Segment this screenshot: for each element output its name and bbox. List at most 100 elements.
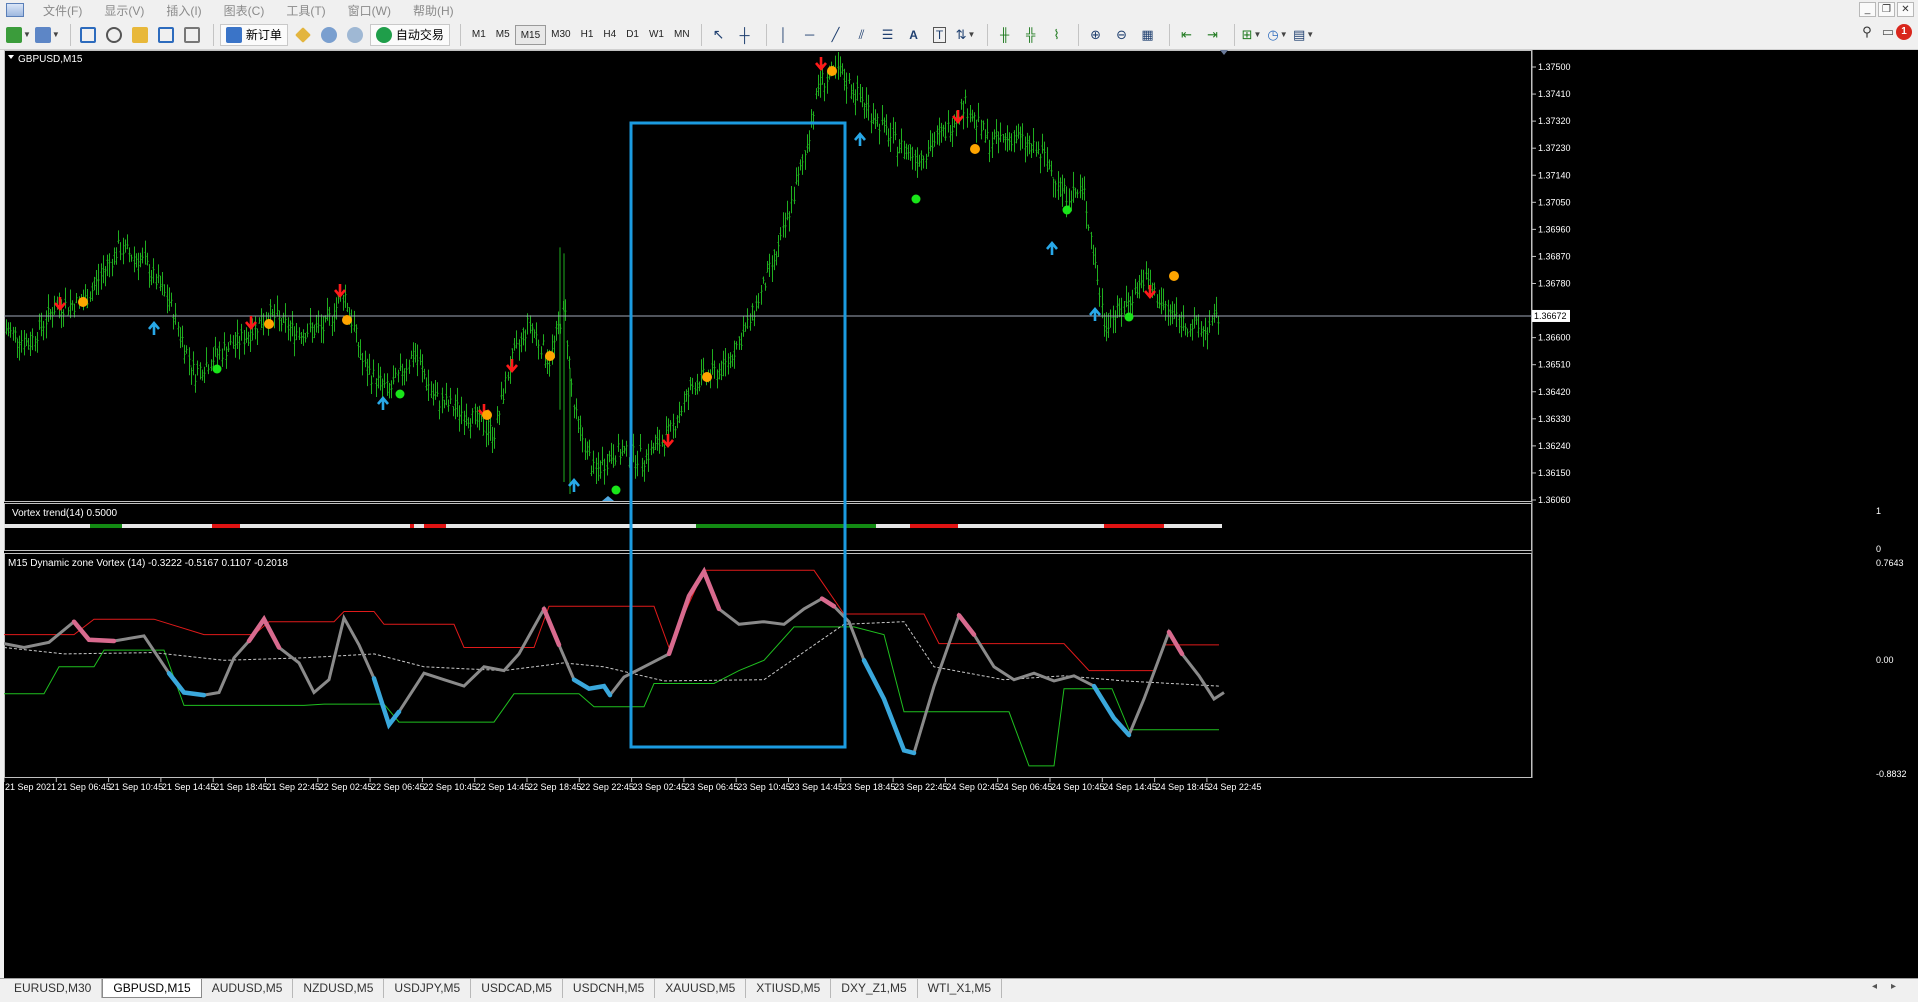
templates-button[interactable]: ▤ ▼ [1293,24,1315,46]
timeframe-h4-button[interactable]: H4 [598,25,621,45]
metaeditor-button[interactable] [292,24,314,46]
tab-wti-x1-m5[interactable]: WTI_X1,M5 [918,979,1003,998]
zoom-out-button[interactable]: ⊖ [1111,24,1133,46]
time-tick-label: 24 Sep 22:45 [1208,782,1262,792]
auto-trading-button[interactable]: 自动交易 [369,23,450,46]
tab-usdcad-m5[interactable]: USDCAD,M5 [471,979,563,998]
data-window-button[interactable] [103,24,125,46]
timeframe-m1-button[interactable]: M1 [467,25,491,45]
toolbar-divider [69,23,71,46]
price-tick-label: 1.36420 [1538,387,1571,397]
toolbar-divider [1077,23,1079,46]
tab-eurusd-m30[interactable]: EURUSD,M30 [4,979,103,998]
tab-audusd-m5[interactable]: AUDUSD,M5 [202,979,294,998]
new-chart-button[interactable]: ▼ [6,24,31,46]
cursor-tool-button[interactable]: ↖ [708,24,730,46]
label-tool-button[interactable]: T [929,24,951,46]
chart-shift-button[interactable]: ⇤ [1176,24,1198,46]
bar-chart-button[interactable]: ╫ [994,24,1016,46]
minimize-button[interactable]: _ [1859,2,1876,17]
price-tick-label: 1.36150 [1538,468,1571,478]
price-tick-label: 1.37230 [1538,143,1571,153]
green-dot-marker [911,194,921,204]
time-axis: 21 Sep 2021 21 Sep 06:4521 Sep 10:4521 Se… [4,778,1261,792]
close-button[interactable]: ✕ [1897,2,1914,17]
bar-chart-icon: ╫ [999,27,1010,42]
periods-button[interactable]: ◷ ▼ [1267,24,1289,46]
tab-scroll-arrows-icon[interactable]: ◂▸ [1872,981,1910,992]
timeframe-mn-button[interactable]: MN [669,25,695,45]
new-chart-icon [6,26,22,43]
overbought-highlight-segment [71,619,117,644]
buy-arrow-icon [148,320,160,335]
spike-bars [559,247,571,494]
menu-charts[interactable]: 图表(C) [213,2,276,19]
time-tick-label: 21 Sep 06:45 [57,782,111,792]
horizontal-line-tool-button[interactable]: ─ [799,24,821,46]
menu-insert[interactable]: 插入(I) [155,2,212,19]
menu-help[interactable]: 帮助(H) [402,2,465,19]
crosshair-tool-button[interactable]: ┼ [734,24,756,46]
price-chart-canvas[interactable]: 1.36672 1.375001.374101.373201.372301.37… [4,50,1918,978]
tab-dxy-z1-m5[interactable]: DXY_Z1,M5 [831,979,918,998]
vortex-oscillator-line [4,568,1225,755]
candlestick-icon: ╬ [1025,27,1036,42]
indicators-button[interactable]: ⊞ ▼ [1241,24,1263,46]
chat-icon[interactable]: ▭ [1882,24,1894,40]
menu-view[interactable]: 显示(V) [93,2,155,19]
time-tick-label: 24 Sep 10:45 [1051,782,1105,792]
text-tool-button[interactable]: A [903,24,925,46]
tab-xauusd-m5[interactable]: XAUUSD,M5 [655,979,747,998]
fibonacci-tool-button[interactable]: ☰ [877,24,899,46]
tab-xtiusd-m5[interactable]: XTIUSD,M5 [746,979,832,998]
highlight-rectangle [629,121,847,749]
dynamic-zone-vortex-pane [4,566,1225,767]
candlestick-button[interactable]: ╬ [1020,24,1042,46]
price-tick-label: 1.37140 [1538,170,1571,180]
arrows-tool-button[interactable]: ⇅ ▼ [955,24,977,46]
market-button[interactable] [344,24,366,46]
line-chart-button[interactable]: ⌇ [1046,24,1068,46]
timeframe-d1-button[interactable]: D1 [621,25,644,45]
tab-usdjpy-m5[interactable]: USDJPY,M5 [384,979,472,998]
timeframe-h1-button[interactable]: H1 [576,25,599,45]
app-logo-icon [6,3,24,17]
tab-nzdusd-m5[interactable]: NZDUSD,M5 [293,979,385,998]
profiles-icon [34,26,51,43]
vertical-line-tool-button[interactable]: │ [773,24,795,46]
auto-scroll-button[interactable]: ⇥ [1202,24,1224,46]
price-axis: 1.37500 1.37410 1.37320 1.37230 1.37140 1.370… [1532,62,1571,505]
tile-windows-button[interactable]: ▦ [1137,24,1159,46]
restore-button[interactable]: ❐ [1878,2,1895,17]
strategy-tester-button[interactable] [181,24,203,46]
notification-badge[interactable]: 1 [1896,24,1912,40]
menu-tools[interactable]: 工具(T) [275,2,336,19]
price-tick-label: 1.36330 [1538,414,1571,424]
menu-file[interactable]: 文件(F) [32,2,93,19]
channel-icon: ⫽ [858,26,865,42]
terminal-button[interactable] [155,24,177,46]
overbought-highlight-segment [956,613,977,637]
tab-gbpusd-m15[interactable]: GBPUSD,M15 [102,979,202,998]
menu-window[interactable]: 窗口(W) [337,2,402,19]
timeframe-m5-button[interactable]: M5 [491,25,515,45]
chart-window[interactable]: 1.36672 1.37500 1.37410 1.37320 1.37230 1.37… [4,50,1918,978]
profiles-button[interactable]: ▼ [34,24,60,46]
trendline-tool-button[interactable]: ╱ [825,24,847,46]
zoom-in-button[interactable]: ⊕ [1085,24,1107,46]
sell-arrow-icon [815,57,827,72]
signals-button[interactable] [318,24,340,46]
timeframe-m30-button[interactable]: M30 [546,25,575,45]
new-order-button[interactable]: 新订单 [219,23,288,46]
market-watch-button[interactable] [77,24,99,46]
channel-tool-button[interactable]: ⫽ [851,24,873,46]
small-blue-marker-icon [602,496,614,501]
oversold-highlight-segment [861,658,917,756]
trend-strip-segment [414,524,424,528]
timeframe-w1-button[interactable]: W1 [644,25,669,45]
search-icon[interactable]: ⚲ [1862,24,1872,40]
main-pane-border [4,50,1532,502]
tab-usdcnh-m5[interactable]: USDCNH,M5 [563,979,656,998]
timeframe-m15-button[interactable]: M15 [514,24,547,45]
navigator-button[interactable] [129,24,151,46]
